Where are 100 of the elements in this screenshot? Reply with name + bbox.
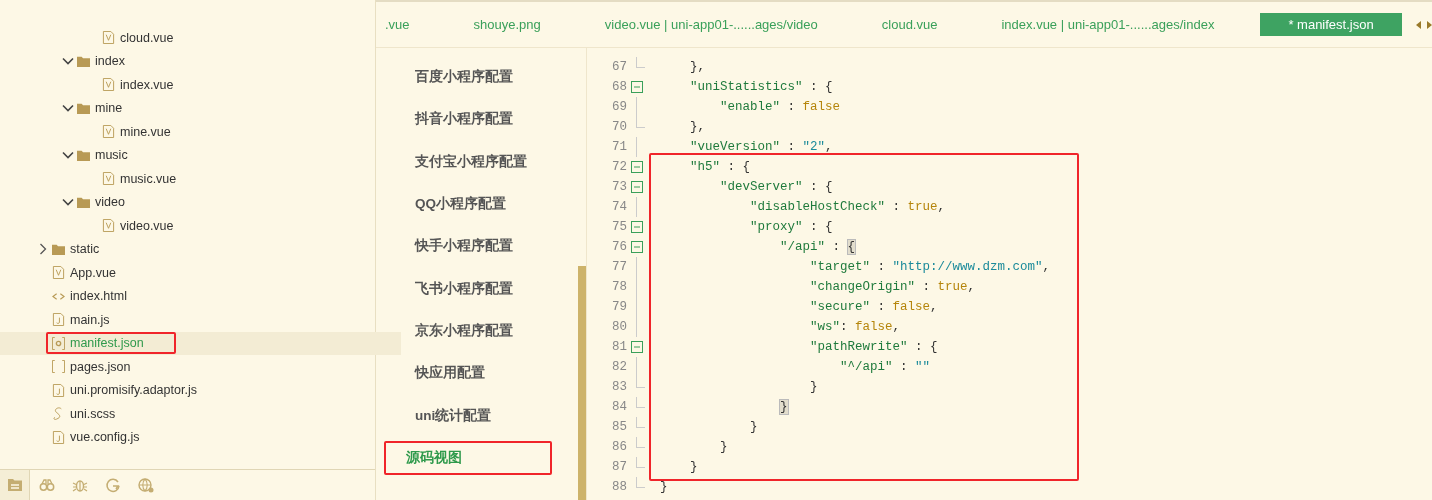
script-file-icon [52,313,65,327]
code-line: } [809,380,818,394]
code-line: "disableHostCheck" : true, [749,200,946,214]
line-number: 76 [611,240,627,254]
binoculars-icon [38,477,55,493]
tree-item[interactable]: index.vue [120,77,174,92]
line-number: 83 [611,380,627,394]
line-number: 69 [611,100,627,114]
code-line: }, [689,60,705,74]
files-tab[interactable] [0,470,30,500]
code-line: "proxy" : { [749,220,833,234]
code-line: "/api" : { [779,240,856,254]
code-line: "secure" : false, [809,300,938,314]
code-line: }, [689,120,705,134]
vue-file-icon [102,172,115,186]
code-line: } [660,480,668,494]
scroll-right-icon[interactable] [1425,19,1432,30]
config-nav-item[interactable]: 支付宝小程序配置 [384,140,552,183]
line-number: 88 [611,480,627,494]
config-nav-item[interactable]: 快手小程序配置 [384,225,552,268]
tree-item[interactable]: vue.config.js [70,430,140,445]
line-number: 84 [611,400,627,414]
code-line: "enable" : false [719,100,841,114]
tree-item[interactable]: video.vue [120,218,174,233]
brackets-file-icon [52,360,65,374]
tree-item[interactable]: music.vue [120,171,177,186]
code-line: } [749,420,758,434]
code-line: } [719,440,728,454]
line-number: 70 [611,120,627,134]
line-number: 71 [611,140,627,154]
tree-item[interactable]: mine [95,101,123,116]
line-number: 87 [611,460,627,474]
line-number: 73 [611,180,627,194]
vue-file-icon [102,219,115,233]
fold-collapse-icon[interactable] [631,221,643,233]
code-line: "vueVersion" : "2", [689,140,833,154]
fold-collapse-icon[interactable] [631,181,643,193]
line-number: 77 [611,260,627,274]
line-number: 75 [611,220,627,234]
tree-item[interactable]: music [95,148,128,163]
fold-collapse-icon[interactable] [631,241,643,253]
tree-item[interactable]: mine.vue [120,124,171,139]
code-line: "^/api" : "" [839,360,931,374]
config-nav-item[interactable]: 飞书小程序配置 [384,267,552,310]
vue-file-icon [52,266,65,280]
tree-item[interactable]: index [95,54,125,69]
settings-file-icon [52,336,65,350]
code-line: "uniStatistics" : { [689,80,833,94]
fold-collapse-icon[interactable] [631,341,643,353]
scrollbar-thumb[interactable] [578,266,586,500]
folder-icon [52,242,65,256]
tree-item[interactable]: pages.json [70,359,131,374]
tree-item[interactable]: App.vue [70,265,116,280]
tree-item[interactable]: video [95,195,125,210]
config-nav-item[interactable]: uni统计配置 [384,394,552,437]
vue-file-icon [102,78,115,92]
bug-icon [71,477,88,493]
tree-item[interactable]: uni.promisify.adaptor.js [70,383,197,398]
line-number: 78 [611,280,627,294]
code-line: "changeOrigin" : true, [809,280,976,294]
fold-collapse-icon[interactable] [631,161,643,173]
line-number: 85 [611,420,627,434]
files-icon [6,477,23,493]
line-number: 68 [611,80,627,94]
line-number: 80 [611,320,627,334]
folder-icon [77,54,90,68]
code-line: "ws": false, [809,320,901,334]
code-line: "h5" : { [689,160,751,174]
line-number: 82 [611,360,627,374]
line-number: 86 [611,440,627,454]
folder-icon [77,195,90,209]
code-line: "pathRewrite" : { [809,340,938,354]
folder-icon [77,101,90,115]
tree-item[interactable]: static [70,242,100,257]
tree-item[interactable]: index.html [70,289,127,304]
line-number: 79 [611,300,627,314]
line-number: 81 [611,340,627,354]
config-nav-item[interactable]: 百度小程序配置 [384,56,552,99]
config-nav-item[interactable]: 抖音小程序配置 [384,98,552,141]
config-nav-item[interactable]: 快应用配置 [384,352,552,395]
folder-icon [77,148,90,162]
vue-file-icon [102,125,115,139]
tree-item[interactable]: cloud.vue [120,30,174,45]
line-number: 74 [611,200,627,214]
code-line: "devServer" : { [719,180,833,194]
code-line: } [689,460,698,474]
refresh-icon [104,477,121,493]
tree-item[interactable]: uni.scss [70,406,116,421]
globe-icon [137,477,154,493]
config-nav-item[interactable]: 京东小程序配置 [384,309,552,353]
script-file-icon [52,430,65,444]
code-line: "target" : "http://www.dzm.com", [809,260,1051,274]
line-number: 67 [611,60,627,74]
config-nav-item[interactable]: QQ小程序配置 [384,182,552,226]
fold-collapse-icon[interactable] [631,81,643,93]
script-file-icon [52,383,65,397]
scss-file-icon [52,407,65,421]
line-number: 72 [611,160,627,174]
vue-file-icon [102,31,115,45]
tree-item[interactable]: main.js [70,312,110,327]
